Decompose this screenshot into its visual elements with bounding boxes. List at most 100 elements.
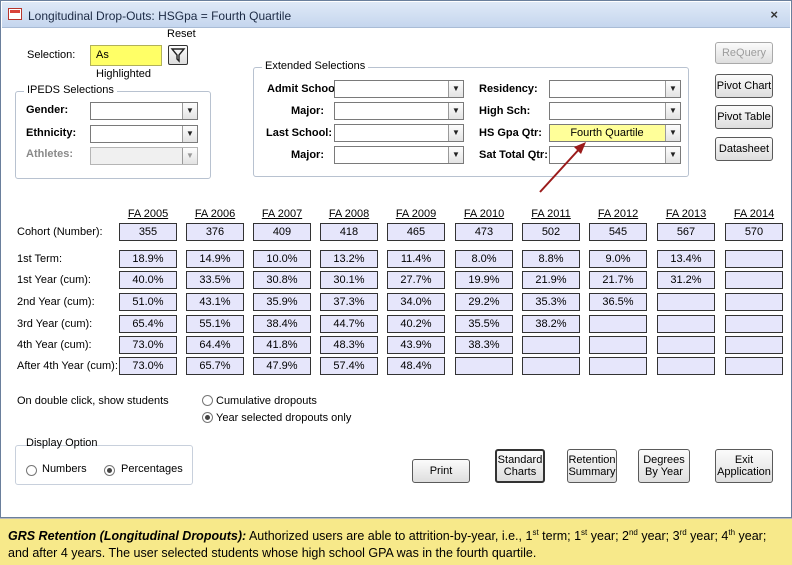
table-cell[interactable]: 48.4% (387, 357, 445, 375)
table-cell[interactable]: 65.7% (186, 357, 244, 375)
table-cell[interactable]: 567 (657, 223, 715, 241)
close-button[interactable]: × (770, 7, 778, 22)
table-cell[interactable]: 64.4% (186, 336, 244, 354)
table-cell[interactable]: 30.1% (320, 271, 378, 289)
degrees-by-year-button[interactable]: Degrees By Year (638, 449, 690, 483)
table-cell[interactable]: 40.0% (119, 271, 177, 289)
chevron-down-icon[interactable]: ▼ (665, 125, 680, 141)
percentages-radio[interactable] (104, 465, 115, 476)
table-cell[interactable] (725, 315, 783, 333)
year-selected-radio[interactable] (202, 412, 213, 423)
print-button[interactable]: Print (412, 459, 470, 483)
reset-filter-button[interactable] (168, 45, 188, 65)
table-cell[interactable]: 8.0% (455, 250, 513, 268)
pivot-table-button[interactable]: Pivot Table (715, 105, 773, 129)
table-cell[interactable]: 36.5% (589, 293, 647, 311)
requery-button[interactable]: ReQuery (715, 42, 773, 64)
table-cell[interactable]: 47.9% (253, 357, 311, 375)
table-cell[interactable] (657, 336, 715, 354)
last-school-combo[interactable]: ▼ (334, 124, 464, 142)
major-combo-1[interactable]: ▼ (334, 102, 464, 120)
table-cell[interactable] (522, 336, 580, 354)
cumulative-radio[interactable] (202, 395, 213, 406)
table-cell[interactable] (725, 271, 783, 289)
table-cell[interactable]: 35.5% (455, 315, 513, 333)
table-cell[interactable]: 37.3% (320, 293, 378, 311)
table-cell[interactable]: 41.8% (253, 336, 311, 354)
table-cell[interactable]: 13.4% (657, 250, 715, 268)
table-cell[interactable]: 27.7% (387, 271, 445, 289)
table-cell[interactable]: 14.9% (186, 250, 244, 268)
chevron-down-icon[interactable]: ▼ (182, 103, 197, 119)
table-cell[interactable]: 8.8% (522, 250, 580, 268)
table-cell[interactable]: 10.0% (253, 250, 311, 268)
table-cell[interactable]: 33.5% (186, 271, 244, 289)
gender-combo[interactable]: ▼ (90, 102, 198, 120)
table-cell[interactable] (657, 357, 715, 375)
chevron-down-icon[interactable]: ▼ (448, 81, 463, 97)
table-cell[interactable]: 73.0% (119, 336, 177, 354)
table-cell[interactable]: 11.4% (387, 250, 445, 268)
table-cell[interactable] (657, 293, 715, 311)
table-cell[interactable]: 376 (186, 223, 244, 241)
chevron-down-icon[interactable]: ▼ (665, 147, 680, 163)
table-cell[interactable]: 43.9% (387, 336, 445, 354)
table-cell[interactable] (455, 357, 513, 375)
standard-charts-button[interactable]: Standard Charts (495, 449, 545, 483)
table-cell[interactable]: 18.9% (119, 250, 177, 268)
table-cell[interactable]: 44.7% (320, 315, 378, 333)
table-cell[interactable] (589, 315, 647, 333)
chevron-down-icon[interactable]: ▼ (448, 147, 463, 163)
numbers-radio[interactable] (26, 465, 37, 476)
table-cell[interactable]: 570 (725, 223, 783, 241)
table-cell[interactable]: 30.8% (253, 271, 311, 289)
table-cell[interactable] (725, 250, 783, 268)
table-cell[interactable]: 57.4% (320, 357, 378, 375)
table-cell[interactable]: 48.3% (320, 336, 378, 354)
table-cell[interactable]: 355 (119, 223, 177, 241)
table-cell[interactable]: 545 (589, 223, 647, 241)
table-cell[interactable]: 19.9% (455, 271, 513, 289)
table-cell[interactable]: 55.1% (186, 315, 244, 333)
major-combo-2[interactable]: ▼ (334, 146, 464, 164)
table-cell[interactable]: 31.2% (657, 271, 715, 289)
table-cell[interactable]: 35.3% (522, 293, 580, 311)
table-cell[interactable]: 13.2% (320, 250, 378, 268)
table-cell[interactable]: 38.4% (253, 315, 311, 333)
table-cell[interactable]: 35.9% (253, 293, 311, 311)
table-cell[interactable] (589, 357, 647, 375)
datasheet-button[interactable]: Datasheet (715, 137, 773, 161)
table-cell[interactable]: 38.3% (455, 336, 513, 354)
chevron-down-icon[interactable]: ▼ (448, 103, 463, 119)
table-cell[interactable]: 73.0% (119, 357, 177, 375)
table-cell[interactable]: 9.0% (589, 250, 647, 268)
table-cell[interactable]: 21.9% (522, 271, 580, 289)
table-cell[interactable]: 418 (320, 223, 378, 241)
table-cell[interactable]: 21.7% (589, 271, 647, 289)
chevron-down-icon[interactable]: ▼ (182, 126, 197, 142)
table-cell[interactable]: 65.4% (119, 315, 177, 333)
retention-summary-button[interactable]: Retention Summary (567, 449, 617, 483)
chevron-down-icon[interactable]: ▼ (665, 103, 680, 119)
table-cell[interactable] (522, 357, 580, 375)
chevron-down-icon[interactable]: ▼ (448, 125, 463, 141)
residency-combo[interactable]: ▼ (549, 80, 681, 98)
ethnicity-combo[interactable]: ▼ (90, 125, 198, 143)
table-cell[interactable]: 38.2% (522, 315, 580, 333)
table-cell[interactable] (725, 357, 783, 375)
table-cell[interactable]: 29.2% (455, 293, 513, 311)
table-cell[interactable]: 465 (387, 223, 445, 241)
table-cell[interactable]: 409 (253, 223, 311, 241)
table-cell[interactable] (589, 336, 647, 354)
pivot-chart-button[interactable]: Pivot Chart (715, 74, 773, 98)
table-cell[interactable] (725, 293, 783, 311)
table-cell[interactable]: 51.0% (119, 293, 177, 311)
table-cell[interactable]: 473 (455, 223, 513, 241)
admit-school-combo[interactable]: ▼ (334, 80, 464, 98)
table-cell[interactable] (725, 336, 783, 354)
exit-application-button[interactable]: Exit Application (715, 449, 773, 483)
table-cell[interactable]: 34.0% (387, 293, 445, 311)
high-school-combo[interactable]: ▼ (549, 102, 681, 120)
table-cell[interactable]: 40.2% (387, 315, 445, 333)
table-cell[interactable]: 43.1% (186, 293, 244, 311)
